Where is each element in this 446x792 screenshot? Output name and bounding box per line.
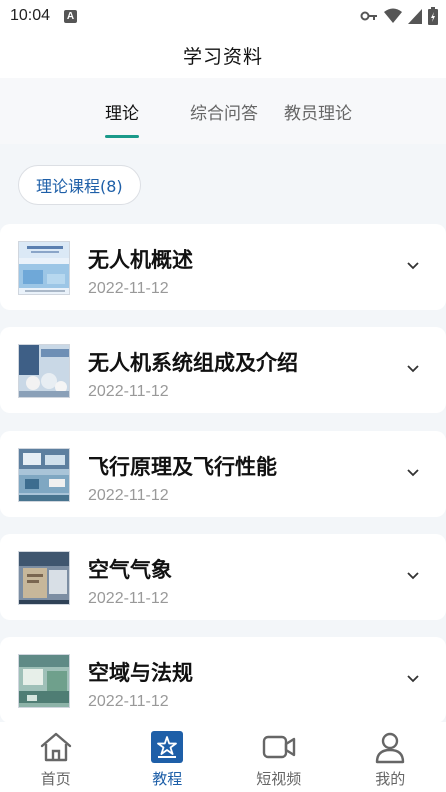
tab-theory[interactable]: 理论: [80, 78, 164, 144]
list-item[interactable]: 空域与法规 2022-11-12: [0, 637, 446, 723]
course-date: 2022-11-12: [88, 383, 169, 400]
status-icons: [360, 7, 438, 25]
video-camera-icon: [262, 730, 296, 764]
nav-label: 我的: [375, 770, 406, 788]
nav-label: 短视频: [256, 770, 302, 788]
course-thumbnail: [18, 551, 70, 605]
wifi-icon: [384, 8, 402, 23]
tab-active-indicator: [105, 135, 139, 138]
battery-icon: [428, 7, 438, 25]
list-item[interactable]: 无人机概述 2022-11-12: [0, 224, 446, 310]
course-title: 无人机系统组成及介绍: [88, 351, 298, 375]
filter-chip-theory-courses[interactable]: 理论课程(8): [18, 165, 141, 205]
nav-home[interactable]: 首页: [0, 722, 112, 792]
tab-label: 教员理论: [284, 103, 352, 124]
course-title: 飞行原理及飞行性能: [88, 455, 277, 479]
tab-label: 综合问答: [190, 103, 258, 124]
home-icon: [39, 730, 73, 764]
course-title: 空域与法规: [88, 661, 193, 685]
title-bar: 学习资料: [0, 32, 446, 78]
tab-label: 理论: [105, 103, 139, 124]
course-date: 2022-11-12: [88, 693, 169, 710]
key-icon: [360, 11, 377, 21]
chevron-down-icon[interactable]: [406, 674, 420, 684]
nav-tutorial[interactable]: 教程: [112, 722, 224, 792]
chevron-down-icon[interactable]: [406, 261, 420, 271]
signal-icon: [408, 9, 422, 24]
status-time: 10:04: [10, 7, 51, 24]
course-thumbnail: [18, 241, 70, 295]
course-title: 无人机概述: [88, 248, 193, 272]
nav-profile[interactable]: 我的: [335, 722, 446, 792]
tutorial-star-icon: [150, 730, 184, 764]
course-date: 2022-11-12: [88, 487, 169, 504]
nav-label: 教程: [152, 770, 183, 788]
tab-instructor-theory[interactable]: 教员理论: [273, 78, 363, 144]
bottom-nav: 首页 教程 短视频 我的: [0, 722, 446, 792]
tab-bar: 理论 综合问答 教员理论: [0, 78, 446, 144]
chip-label: 理论课程(8): [36, 177, 123, 196]
course-thumbnail: [18, 344, 70, 398]
nav-short-video[interactable]: 短视频: [223, 722, 335, 792]
nav-label: 首页: [40, 770, 71, 788]
page-title: 学习资料: [182, 45, 263, 68]
course-date: 2022-11-12: [88, 280, 169, 297]
profile-icon: [373, 730, 407, 764]
course-date: 2022-11-12: [88, 590, 169, 607]
course-title: 空气气象: [88, 558, 172, 582]
chevron-down-icon[interactable]: [406, 571, 420, 581]
course-thumbnail: [18, 448, 70, 502]
chevron-down-icon[interactable]: [406, 364, 420, 374]
status-bar: 10:04 A: [0, 0, 446, 32]
chevron-down-icon[interactable]: [406, 468, 420, 478]
course-thumbnail: [18, 654, 70, 708]
list-item[interactable]: 无人机系统组成及介绍 2022-11-12: [0, 327, 446, 413]
list-item[interactable]: 飞行原理及飞行性能 2022-11-12: [0, 431, 446, 517]
tab-qa[interactable]: 综合问答: [169, 78, 279, 144]
list-item[interactable]: 空气气象 2022-11-12: [0, 534, 446, 620]
notification-icon: A: [64, 9, 78, 23]
